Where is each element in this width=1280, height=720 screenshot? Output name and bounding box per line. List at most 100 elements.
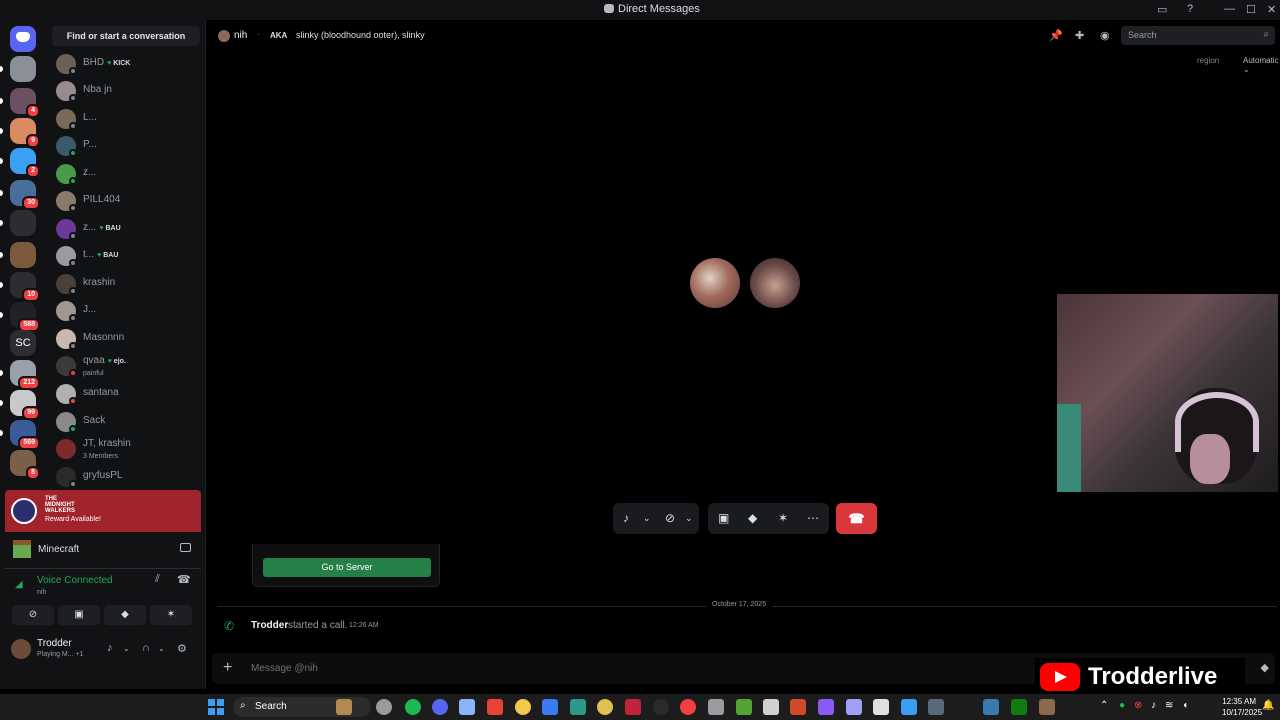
tray-chevron-icon[interactable]: ⌃	[1100, 700, 1108, 711]
header-name[interactable]: nih	[234, 30, 247, 41]
participant-avatar-nih[interactable]	[690, 258, 740, 308]
mic-tray-icon[interactable]: ♪	[1151, 700, 1156, 711]
taskbar-app-icon[interactable]	[515, 699, 531, 715]
dm-list-item[interactable]: z... ♥ BAU	[54, 216, 202, 242]
noise-suppression-icon[interactable]: ⫽	[155, 573, 160, 586]
pin-icon[interactable]: 📌	[1049, 29, 1063, 42]
user-name[interactable]: Trodder	[37, 638, 72, 649]
taskbar-app-icon[interactable]	[570, 699, 586, 715]
search-input[interactable]: Search ⌕	[1121, 26, 1275, 45]
dm-list-item[interactable]: gryfusPL	[54, 464, 202, 490]
headphones-icon[interactable]: ∩	[142, 642, 150, 654]
camera-options-chevron-icon[interactable]: ⌄	[685, 513, 693, 524]
server-icon[interactable]: 10	[10, 272, 40, 302]
find-conversation-button[interactable]: Find or start a conversation	[52, 26, 200, 46]
dm-list-item[interactable]: J...	[54, 298, 202, 324]
taskbar-app-icon[interactable]	[487, 699, 503, 715]
disconnect-icon[interactable]: ☎	[177, 573, 191, 586]
message-author[interactable]: Trodder	[251, 620, 288, 631]
go-to-server-button[interactable]: Go to Server	[263, 558, 431, 577]
screen-share-icon[interactable]: ▣	[718, 511, 729, 525]
activity-panel[interactable]: Minecraft	[5, 536, 201, 564]
dm-list-item[interactable]: Masonnn	[54, 326, 202, 352]
taskbar-app-icon[interactable]	[1039, 699, 1055, 715]
dm-list-item[interactable]: z...	[54, 161, 202, 187]
stream-screen-icon[interactable]	[180, 543, 191, 552]
taskbar-app-icon[interactable]	[542, 699, 558, 715]
server-icon[interactable]: SC	[10, 330, 36, 356]
taskbar-app-icon[interactable]	[432, 699, 448, 715]
server-icon[interactable]: 569	[10, 420, 40, 450]
hang-up-button[interactable]: ☎	[836, 503, 877, 534]
server-icon[interactable]: 8	[10, 450, 40, 480]
taskbar-app-icon[interactable]	[708, 699, 724, 715]
add-friend-icon[interactable]: ✚	[1075, 29, 1084, 42]
reward-banner[interactable]: THE MIDNIGHT WALKERS Reward Available!	[5, 490, 201, 532]
dm-list-item[interactable]: t... ♥ BAU	[54, 243, 202, 269]
taskbar-app-icon[interactable]	[459, 699, 475, 715]
server-icon[interactable]	[10, 210, 36, 236]
participant-avatar-trodder[interactable]	[750, 258, 800, 308]
screen-share-button[interactable]: ▣	[58, 605, 100, 625]
server-icon[interactable]: 588	[10, 302, 40, 332]
mic-options-chevron-icon[interactable]: ⌄	[643, 513, 651, 524]
server-icon[interactable]: 99	[10, 390, 40, 420]
signal-icon[interactable]: ◢	[15, 579, 27, 591]
activity-button[interactable]: ◆	[104, 605, 146, 625]
more-options-icon[interactable]: ⋯	[807, 511, 819, 525]
windows-start-icon[interactable]	[208, 699, 224, 715]
taskbar-app-icon[interactable]	[818, 699, 834, 715]
taskbar-app-icon[interactable]	[928, 699, 944, 715]
server-icon[interactable]	[10, 56, 36, 82]
clock[interactable]: 12:35 AM 10/17/2025	[1222, 696, 1262, 718]
taskbar-app-icon[interactable]	[653, 699, 669, 715]
dm-list-item[interactable]: PILL404	[54, 188, 202, 214]
minimize-button[interactable]: —	[1224, 3, 1235, 15]
dm-list-item[interactable]: krashin	[54, 271, 202, 297]
server-icon[interactable]	[10, 242, 36, 268]
attach-plus-icon[interactable]: +	[223, 659, 232, 677]
mute-mic-icon[interactable]: ♪	[623, 511, 629, 525]
dm-list-item[interactable]: Sack	[54, 409, 202, 435]
server-icon[interactable]: 4	[10, 88, 40, 118]
taskbar-app-icon[interactable]	[901, 699, 917, 715]
dm-list-item[interactable]: Nba jn	[54, 78, 202, 104]
voice-channel[interactable]: nih	[37, 589, 46, 596]
taskbar-app-icon[interactable]	[736, 699, 752, 715]
volume-icon[interactable]: ◖	[1182, 700, 1188, 711]
dm-list-item[interactable]: santana	[54, 381, 202, 407]
user-avatar[interactable]	[11, 639, 31, 659]
taskbar-app-icon[interactable]	[873, 699, 889, 715]
profile-icon[interactable]: ◉	[1100, 29, 1110, 42]
inbox-icon[interactable]: ▭	[1157, 3, 1167, 16]
dm-list-item[interactable]: BHD ♥ KICK	[54, 51, 202, 77]
taskbar-app-icon[interactable]	[983, 699, 999, 715]
soundboard-icon[interactable]: ✶	[778, 511, 788, 525]
activity-icon[interactable]: ◆	[748, 511, 757, 525]
dm-list-item[interactable]: JT, krashin 3 Members	[54, 436, 202, 462]
gamepad-app-icon[interactable]: ◆	[1261, 661, 1269, 674]
taskbar-app-icon[interactable]	[846, 699, 862, 715]
taskbar-app-icon[interactable]	[1011, 699, 1027, 715]
server-icon[interactable]: 212	[10, 360, 40, 390]
taskbar-app-icon[interactable]	[763, 699, 779, 715]
maximize-button[interactable]: ☐	[1246, 3, 1256, 16]
taskbar-app-icon[interactable]	[625, 699, 641, 715]
mic-chevron-icon[interactable]: ⌄	[123, 644, 130, 653]
help-icon[interactable]: ?	[1187, 3, 1193, 15]
settings-gear-icon[interactable]: ⚙	[177, 642, 187, 655]
camera-off-icon[interactable]: ⊘	[665, 511, 675, 525]
wifi-icon[interactable]: ≋	[1165, 700, 1173, 711]
voice-status[interactable]: Voice Connected	[37, 575, 113, 586]
region-select[interactable]: Automatic ⌄	[1243, 56, 1280, 74]
camera-button[interactable]: ⊘	[12, 605, 54, 625]
taskbar-app-icon[interactable]	[376, 699, 392, 715]
spotify-tray-icon[interactable]: ●	[1119, 700, 1125, 711]
tray-app-icon[interactable]: ⊗	[1134, 700, 1142, 711]
server-icon[interactable]: 2	[10, 148, 40, 178]
headphones-chevron-icon[interactable]: ⌄	[158, 644, 165, 653]
taskbar-app-icon[interactable]	[405, 699, 421, 715]
taskbar-app-icon[interactable]	[336, 699, 352, 715]
server-icon[interactable]: 9	[10, 118, 40, 148]
dm-list-item[interactable]: qvaa ♥ ejo. painful	[54, 353, 202, 379]
